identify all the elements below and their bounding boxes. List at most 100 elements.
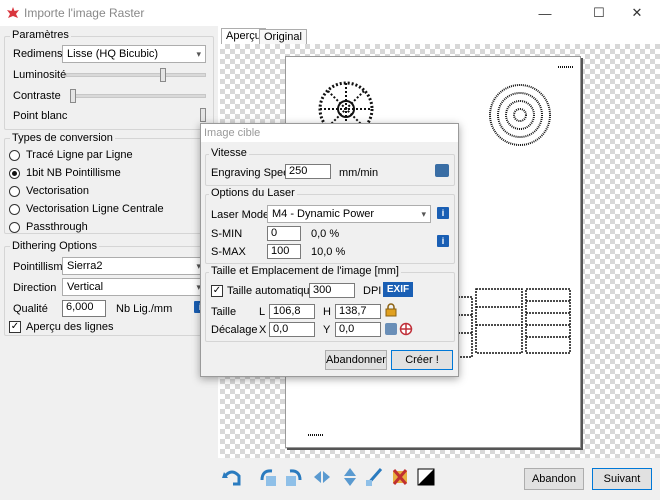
- x-axis-label: X: [259, 324, 267, 336]
- close-button[interactable]: ✕: [614, 0, 660, 26]
- y-axis-label: Y: [323, 324, 331, 336]
- width-value: 106,8: [273, 305, 301, 317]
- brightness-label: Luminosité: [13, 69, 67, 81]
- exif-button[interactable]: EXIF: [383, 282, 413, 297]
- conversion-radio[interactable]: [9, 204, 20, 215]
- chevron-down-icon: ▾: [196, 48, 201, 59]
- minimize-button[interactable]: —: [522, 0, 568, 26]
- quality-input[interactable]: 6,000: [62, 300, 106, 317]
- abandon-button[interactable]: Abandon: [524, 468, 584, 490]
- offset-label: Décalage: [211, 324, 258, 336]
- contrast-slider-thumb[interactable]: [70, 89, 76, 103]
- dpi-value: 300: [313, 284, 332, 296]
- engraving-speed-value: 250: [289, 165, 308, 177]
- brightness-slider-track[interactable]: [66, 73, 206, 77]
- chevron-down-icon: ▾: [421, 208, 426, 219]
- white-point-label: Point blanc: [13, 110, 68, 122]
- dpi-label: DPI: [363, 285, 382, 297]
- mirror-icon[interactable]: [364, 466, 384, 488]
- conversion-group-title: Types de conversion: [10, 132, 115, 144]
- height-input[interactable]: 138,7: [335, 304, 381, 319]
- invert-icon[interactable]: [416, 466, 436, 488]
- preview-lines-checkbox[interactable]: ✓: [9, 321, 21, 333]
- create-button[interactable]: Créer !: [391, 350, 453, 370]
- conversion-option-label: Tracé Ligne par Ligne: [26, 149, 133, 161]
- engraving-speed-input[interactable]: 250: [285, 164, 331, 179]
- laser-mode-info-icon[interactable]: i: [437, 207, 449, 219]
- tab-original[interactable]: Original: [259, 29, 307, 45]
- laser-mode-select[interactable]: M4 - Dynamic Power ▾: [267, 205, 431, 223]
- crop-icon[interactable]: [390, 466, 410, 488]
- offset-y-input[interactable]: 0,0: [335, 322, 381, 337]
- size-section-title: Taille et Emplacement de l'image [mm]: [209, 265, 401, 277]
- offset-x-value: 0,0: [273, 323, 289, 335]
- app-leaf-icon: [7, 7, 19, 18]
- conversion-radio[interactable]: [9, 168, 20, 179]
- resize-label: Redimens.: [13, 48, 66, 60]
- resize-select-value: Lisse (HQ Bicubic): [67, 48, 159, 60]
- quality-value: 6,000: [66, 301, 94, 313]
- direction-label: Direction: [13, 282, 57, 294]
- direction-select[interactable]: Vertical ▾: [62, 278, 206, 296]
- conversion-option-label: Vectorisation Ligne Centrale: [26, 203, 164, 215]
- auto-size-label: Taille automatique: [227, 285, 316, 297]
- quality-unit: Nb Lig./mm: [116, 303, 173, 315]
- target-image-dialog: Image cible Vitesse Engraving Speed 250 …: [200, 123, 459, 377]
- title-bar: Importe l'image Raster — ☐ ✕: [0, 0, 660, 26]
- dither-mode-select[interactable]: Sierra2 ▾: [62, 257, 206, 275]
- engraving-speed-label: Engraving Speed: [211, 167, 296, 179]
- flip-horizontal-icon[interactable]: [312, 466, 332, 488]
- laser-mode-label: Laser Mode: [211, 209, 270, 221]
- size-label: Taille: [211, 306, 237, 318]
- laser-section-title: Options du Laser: [209, 187, 297, 199]
- rotate-left-icon[interactable]: [258, 466, 278, 488]
- height-axis-label: H: [323, 306, 331, 318]
- smax-percent: 10,0 %: [311, 246, 346, 258]
- offset-x-input[interactable]: 0,0: [269, 322, 315, 337]
- offset-y-value: 0,0: [339, 323, 355, 335]
- smin-value: 0: [271, 227, 278, 239]
- dither-mode-value: Sierra2: [67, 260, 103, 272]
- engraving-speed-unit: mm/min: [339, 167, 379, 179]
- crosshair-icon[interactable]: [399, 322, 413, 336]
- white-point-slider-thumb[interactable]: [200, 108, 206, 122]
- center-icon[interactable]: [385, 323, 397, 335]
- quality-label: Qualité: [13, 303, 48, 315]
- smax-input[interactable]: 100: [267, 244, 301, 259]
- preview-lines-label: Aperçu des lignes: [26, 321, 114, 333]
- conversion-radio[interactable]: [9, 222, 20, 233]
- settings-panel: Paramètres Redimens. Lisse (HQ Bicubic) …: [0, 26, 218, 500]
- params-group-title: Paramètres: [10, 29, 71, 41]
- rotate-right-icon[interactable]: [284, 466, 304, 488]
- smin-label: S-MIN: [211, 228, 243, 240]
- dpi-input[interactable]: 300: [309, 283, 355, 298]
- dithering-group-title: Dithering Options: [10, 240, 99, 252]
- undo-icon[interactable]: [222, 466, 242, 488]
- conversion-option-label: Vectorisation: [26, 185, 89, 197]
- next-button[interactable]: Suivant: [592, 468, 652, 490]
- speed-settings-icon[interactable]: [435, 164, 449, 177]
- lock-icon[interactable]: [385, 303, 397, 317]
- laser-mode-value: M4 - Dynamic Power: [272, 208, 375, 220]
- flip-vertical-icon[interactable]: [340, 466, 360, 488]
- brightness-slider-thumb[interactable]: [159, 68, 166, 82]
- conversion-radio[interactable]: [9, 186, 20, 197]
- height-value: 138,7: [339, 305, 367, 317]
- speed-section-title: Vitesse: [209, 147, 249, 159]
- dialog-title: Image cible: [201, 124, 458, 142]
- smin-percent: 0,0 %: [311, 228, 340, 240]
- power-info-icon[interactable]: i: [437, 235, 449, 247]
- contrast-slider-track[interactable]: [70, 94, 206, 98]
- conversion-radio[interactable]: [9, 150, 20, 161]
- conversion-option-label: Passthrough: [26, 221, 88, 233]
- resize-select[interactable]: Lisse (HQ Bicubic) ▾: [62, 45, 206, 63]
- direction-value: Vertical: [67, 281, 104, 293]
- smin-input[interactable]: 0: [267, 226, 301, 241]
- width-input[interactable]: 106,8: [269, 304, 315, 319]
- cancel-dialog-button[interactable]: Abandonner: [325, 350, 387, 370]
- dither-mode-label: Pointillisme: [13, 261, 69, 273]
- auto-size-checkbox[interactable]: ✓: [211, 285, 223, 297]
- smax-label: S-MAX: [211, 246, 246, 258]
- width-axis-label: L: [259, 306, 266, 318]
- contrast-label: Contraste: [13, 90, 61, 102]
